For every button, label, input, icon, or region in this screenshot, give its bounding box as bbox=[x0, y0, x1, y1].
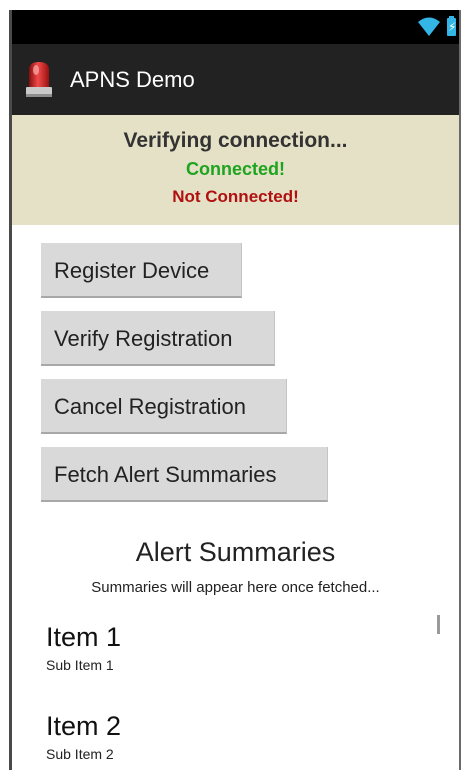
list-item[interactable]: Item 2 Sub Item 2 bbox=[46, 710, 121, 764]
list-item-subtitle: Sub Item 2 bbox=[46, 746, 114, 762]
verify-registration-button[interactable]: Verify Registration bbox=[41, 311, 275, 366]
alert-summaries-hint: Summaries will appear here once fetched.… bbox=[91, 579, 380, 596]
verifying-connection-text: Verifying connection... bbox=[123, 129, 348, 152]
battery-charging-icon: ⚡ bbox=[447, 16, 457, 36]
list-scrollbar[interactable] bbox=[437, 615, 440, 634]
connected-status-text: Connected! bbox=[186, 159, 285, 179]
app-title: APNS Demo bbox=[70, 67, 195, 92]
fetch-alert-summaries-button[interactable]: Fetch Alert Summaries bbox=[41, 447, 328, 502]
alert-summaries-list[interactable]: Item 1 Sub Item 1 Item 2 Sub Item 2 bbox=[12, 605, 459, 770]
list-item-title: Item 1 bbox=[46, 622, 122, 652]
connection-status-panel: Verifying connection... Connected! Not C… bbox=[12, 115, 459, 225]
cancel-registration-button[interactable]: Cancel Registration bbox=[41, 379, 287, 434]
action-bar: APNS Demo bbox=[12, 44, 459, 115]
not-connected-status-text: Not Connected! bbox=[172, 187, 299, 206]
alarm-siren-icon[interactable] bbox=[26, 61, 52, 98]
status-bar: ⚡ bbox=[12, 10, 459, 44]
alert-summaries-heading: Alert Summaries bbox=[135, 537, 336, 567]
list-item-subtitle: Sub Item 1 bbox=[46, 657, 114, 673]
list-item-title: Item 2 bbox=[46, 711, 122, 741]
list-item[interactable]: Item 1 Sub Item 1 bbox=[46, 621, 121, 675]
wifi-icon bbox=[418, 17, 440, 36]
register-device-button[interactable]: Register Device bbox=[41, 243, 242, 298]
